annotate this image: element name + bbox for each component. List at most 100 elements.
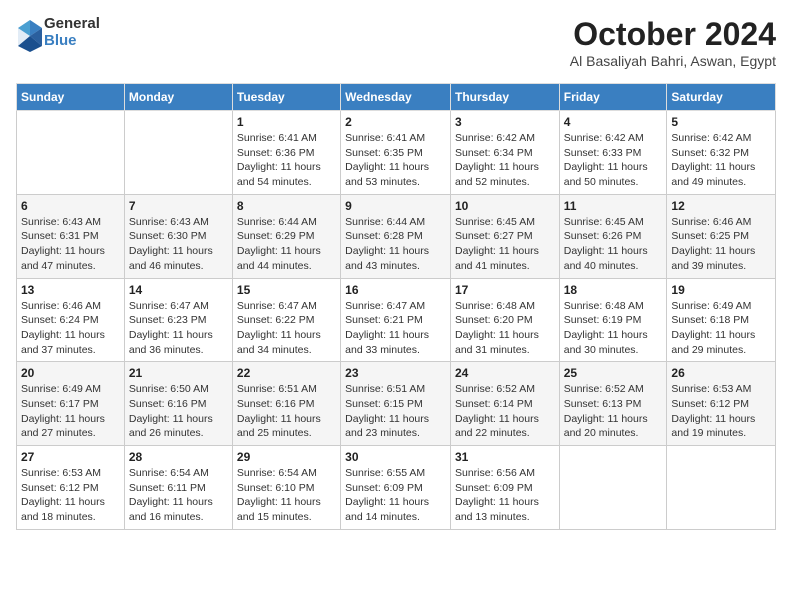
day-info: Sunrise: 6:51 AMSunset: 6:15 PMDaylight:… (345, 382, 446, 441)
day-number: 21 (129, 366, 228, 380)
day-info: Sunrise: 6:47 AMSunset: 6:22 PMDaylight:… (237, 299, 336, 358)
day-number: 8 (237, 199, 336, 213)
day-info: Sunrise: 6:43 AMSunset: 6:30 PMDaylight:… (129, 215, 228, 274)
day-info: Sunrise: 6:42 AMSunset: 6:33 PMDaylight:… (564, 131, 663, 190)
calendar-cell: 29 Sunrise: 6:54 AMSunset: 6:10 PMDayligh… (232, 446, 340, 530)
day-number: 19 (671, 283, 771, 297)
day-info: Sunrise: 6:53 AMSunset: 6:12 PMDaylight:… (671, 382, 771, 441)
weekday-header-row: SundayMondayTuesdayWednesdayThursdayFrid… (17, 84, 776, 111)
calendar-cell: 15 Sunrise: 6:47 AMSunset: 6:22 PMDayligh… (232, 278, 340, 362)
day-number: 27 (21, 450, 120, 464)
weekday-header: Friday (559, 84, 667, 111)
calendar-table: SundayMondayTuesdayWednesdayThursdayFrid… (16, 83, 776, 530)
day-number: 29 (237, 450, 336, 464)
calendar-cell: 22 Sunrise: 6:51 AMSunset: 6:16 PMDayligh… (232, 362, 340, 446)
weekday-header: Saturday (667, 84, 776, 111)
day-number: 3 (455, 115, 555, 129)
logo-icon (16, 18, 40, 48)
day-info: Sunrise: 6:49 AMSunset: 6:18 PMDaylight:… (671, 299, 771, 358)
day-number: 1 (237, 115, 336, 129)
day-info: Sunrise: 6:46 AMSunset: 6:24 PMDaylight:… (21, 299, 120, 358)
day-number: 13 (21, 283, 120, 297)
calendar-cell: 20Sunrise: 6:49 AMSunset: 6:17 PMDayligh… (17, 362, 125, 446)
day-info: Sunrise: 6:54 AMSunset: 6:11 PMDaylight:… (129, 466, 228, 525)
day-info: Sunrise: 6:54 AMSunset: 6:10 PMDaylight:… (237, 466, 336, 525)
calendar-week-row: 13 Sunrise: 6:46 AMSunset: 6:24 PMDayligh… (17, 278, 776, 362)
weekday-header: Thursday (450, 84, 559, 111)
day-info: Sunrise: 6:48 AMSunset: 6:19 PMDaylight:… (564, 299, 663, 358)
calendar-cell: 30 Sunrise: 6:55 AMSunset: 6:09 PMDayligh… (341, 446, 451, 530)
day-info: Sunrise: 6:52 AMSunset: 6:14 PMDaylight:… (455, 382, 555, 441)
day-number: 7 (129, 199, 228, 213)
day-number: 5 (671, 115, 771, 129)
calendar-cell: 1 Sunrise: 6:41 AMSunset: 6:36 PMDaylight… (232, 111, 340, 195)
calendar-week-row: 27 Sunrise: 6:53 AMSunset: 6:12 PMDayligh… (17, 446, 776, 530)
day-number: 11 (564, 199, 663, 213)
day-number: 30 (345, 450, 446, 464)
day-number: 25 (564, 366, 663, 380)
day-number: 4 (564, 115, 663, 129)
day-info: Sunrise: 6:45 AMSunset: 6:26 PMDaylight:… (564, 215, 663, 274)
day-number: 12 (671, 199, 771, 213)
calendar-cell: 4 Sunrise: 6:42 AMSunset: 6:33 PMDaylight… (559, 111, 667, 195)
day-info: Sunrise: 6:41 AMSunset: 6:36 PMDaylight:… (237, 131, 336, 190)
day-number: 2 (345, 115, 446, 129)
calendar-cell: 6 Sunrise: 6:43 AMSunset: 6:31 PMDaylight… (17, 194, 125, 278)
calendar-cell: 8 Sunrise: 6:44 AMSunset: 6:29 PMDaylight… (232, 194, 340, 278)
title-section: October 2024 Al Basaliyah Bahri, Aswan, … (570, 16, 776, 79)
calendar-cell: 21Sunrise: 6:50 AMSunset: 6:16 PMDayligh… (124, 362, 232, 446)
day-info: Sunrise: 6:46 AMSunset: 6:25 PMDaylight:… (671, 215, 771, 274)
calendar-cell: 27 Sunrise: 6:53 AMSunset: 6:12 PMDayligh… (17, 446, 125, 530)
calendar-cell: 5Sunrise: 6:42 AMSunset: 6:32 PMDaylight… (667, 111, 776, 195)
day-info: Sunrise: 6:53 AMSunset: 6:12 PMDaylight:… (21, 466, 120, 525)
calendar-cell: 13 Sunrise: 6:46 AMSunset: 6:24 PMDayligh… (17, 278, 125, 362)
day-number: 22 (237, 366, 336, 380)
calendar-cell (124, 111, 232, 195)
day-info: Sunrise: 6:51 AMSunset: 6:16 PMDaylight:… (237, 382, 336, 441)
calendar-cell: 28 Sunrise: 6:54 AMSunset: 6:11 PMDayligh… (124, 446, 232, 530)
day-number: 6 (21, 199, 120, 213)
calendar-cell: 18Sunrise: 6:48 AMSunset: 6:19 PMDayligh… (559, 278, 667, 362)
calendar-week-row: 20Sunrise: 6:49 AMSunset: 6:17 PMDayligh… (17, 362, 776, 446)
calendar-cell: 16Sunrise: 6:47 AMSunset: 6:21 PMDayligh… (341, 278, 451, 362)
weekday-header: Monday (124, 84, 232, 111)
calendar-cell: 7 Sunrise: 6:43 AMSunset: 6:30 PMDaylight… (124, 194, 232, 278)
calendar-cell: 19 Sunrise: 6:49 AMSunset: 6:18 PMDayligh… (667, 278, 776, 362)
day-number: 20 (21, 366, 120, 380)
calendar-cell: 25 Sunrise: 6:52 AMSunset: 6:13 PMDayligh… (559, 362, 667, 446)
weekday-header: Tuesday (232, 84, 340, 111)
logo: General Blue (16, 16, 100, 49)
logo-blue-text: Blue (44, 33, 100, 50)
month-title: October 2024 (570, 16, 776, 53)
header: General Blue October 2024 Al Basaliyah B… (16, 16, 776, 79)
logo-text: General Blue (44, 16, 100, 49)
day-info: Sunrise: 6:48 AMSunset: 6:20 PMDaylight:… (455, 299, 555, 358)
day-info: Sunrise: 6:52 AMSunset: 6:13 PMDaylight:… (564, 382, 663, 441)
calendar-cell: 9Sunrise: 6:44 AMSunset: 6:28 PMDaylight… (341, 194, 451, 278)
day-number: 17 (455, 283, 555, 297)
day-info: Sunrise: 6:41 AMSunset: 6:35 PMDaylight:… (345, 131, 446, 190)
calendar-cell: 2 Sunrise: 6:41 AMSunset: 6:35 PMDaylight… (341, 111, 451, 195)
calendar-cell: 17 Sunrise: 6:48 AMSunset: 6:20 PMDayligh… (450, 278, 559, 362)
day-number: 23 (345, 366, 446, 380)
location-subtitle: Al Basaliyah Bahri, Aswan, Egypt (570, 53, 776, 69)
calendar-cell: 31Sunrise: 6:56 AMSunset: 6:09 PMDayligh… (450, 446, 559, 530)
day-info: Sunrise: 6:43 AMSunset: 6:31 PMDaylight:… (21, 215, 120, 274)
day-number: 14 (129, 283, 228, 297)
calendar-cell: 24 Sunrise: 6:52 AMSunset: 6:14 PMDayligh… (450, 362, 559, 446)
day-number: 15 (237, 283, 336, 297)
day-number: 28 (129, 450, 228, 464)
day-info: Sunrise: 6:44 AMSunset: 6:29 PMDaylight:… (237, 215, 336, 274)
calendar-cell (17, 111, 125, 195)
day-number: 26 (671, 366, 771, 380)
day-info: Sunrise: 6:55 AMSunset: 6:09 PMDaylight:… (345, 466, 446, 525)
day-number: 24 (455, 366, 555, 380)
calendar-cell: 14Sunrise: 6:47 AMSunset: 6:23 PMDayligh… (124, 278, 232, 362)
weekday-header: Wednesday (341, 84, 451, 111)
day-info: Sunrise: 6:47 AMSunset: 6:21 PMDaylight:… (345, 299, 446, 358)
calendar-cell: 3Sunrise: 6:42 AMSunset: 6:34 PMDaylight… (450, 111, 559, 195)
calendar-cell: 11 Sunrise: 6:45 AMSunset: 6:26 PMDayligh… (559, 194, 667, 278)
calendar-cell: 26 Sunrise: 6:53 AMSunset: 6:12 PMDayligh… (667, 362, 776, 446)
calendar-cell: 10Sunrise: 6:45 AMSunset: 6:27 PMDayligh… (450, 194, 559, 278)
logo-general-text: General (44, 16, 100, 33)
